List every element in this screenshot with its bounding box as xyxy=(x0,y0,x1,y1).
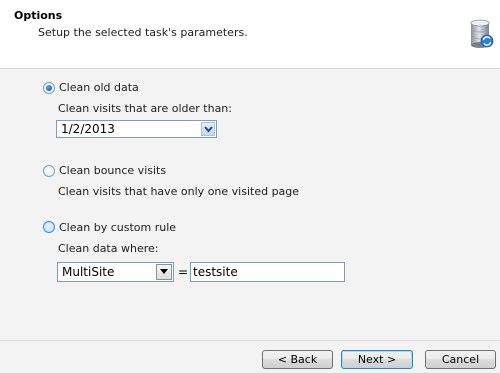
wizard-header: Options Setup the selected task's parame… xyxy=(0,0,500,69)
clean-old-data-label[interactable]: Clean old data xyxy=(59,81,139,94)
field-select[interactable]: MultiSite xyxy=(57,262,174,282)
back-button[interactable]: < Back xyxy=(262,350,333,369)
clean-custom-rule-radio[interactable] xyxy=(43,221,55,233)
clean-custom-rule-label[interactable]: Clean by custom rule xyxy=(59,221,176,234)
chevron-down-icon xyxy=(160,269,168,274)
cancel-button[interactable]: Cancel xyxy=(425,350,496,369)
page-subtitle: Setup the selected task's parameters. xyxy=(38,26,248,39)
chevron-down-icon xyxy=(204,126,213,133)
date-picker[interactable]: 1/2/2013 xyxy=(56,120,217,138)
date-value: 1/2/2013 xyxy=(61,122,115,136)
bounce-description: Clean visits that have only one visited … xyxy=(58,185,300,198)
footer-divider xyxy=(0,340,500,341)
clean-bounce-visits-label[interactable]: Clean bounce visits xyxy=(59,164,166,177)
equals-operator: = xyxy=(178,265,189,279)
field-select-dropdown-button[interactable] xyxy=(156,264,172,280)
field-select-value: MultiSite xyxy=(62,265,115,279)
clean-data-where-label: Clean data where: xyxy=(58,242,159,255)
clean-bounce-visits-radio[interactable] xyxy=(43,165,55,177)
rule-value-input[interactable] xyxy=(190,262,345,282)
clean-old-data-radio[interactable] xyxy=(43,82,55,94)
page-title: Options xyxy=(14,9,63,22)
database-sync-icon xyxy=(470,19,494,48)
next-button[interactable]: Next > xyxy=(341,350,413,369)
older-than-label: Clean visits that are older than: xyxy=(58,102,232,115)
calendar-dropdown-button[interactable] xyxy=(201,122,215,136)
